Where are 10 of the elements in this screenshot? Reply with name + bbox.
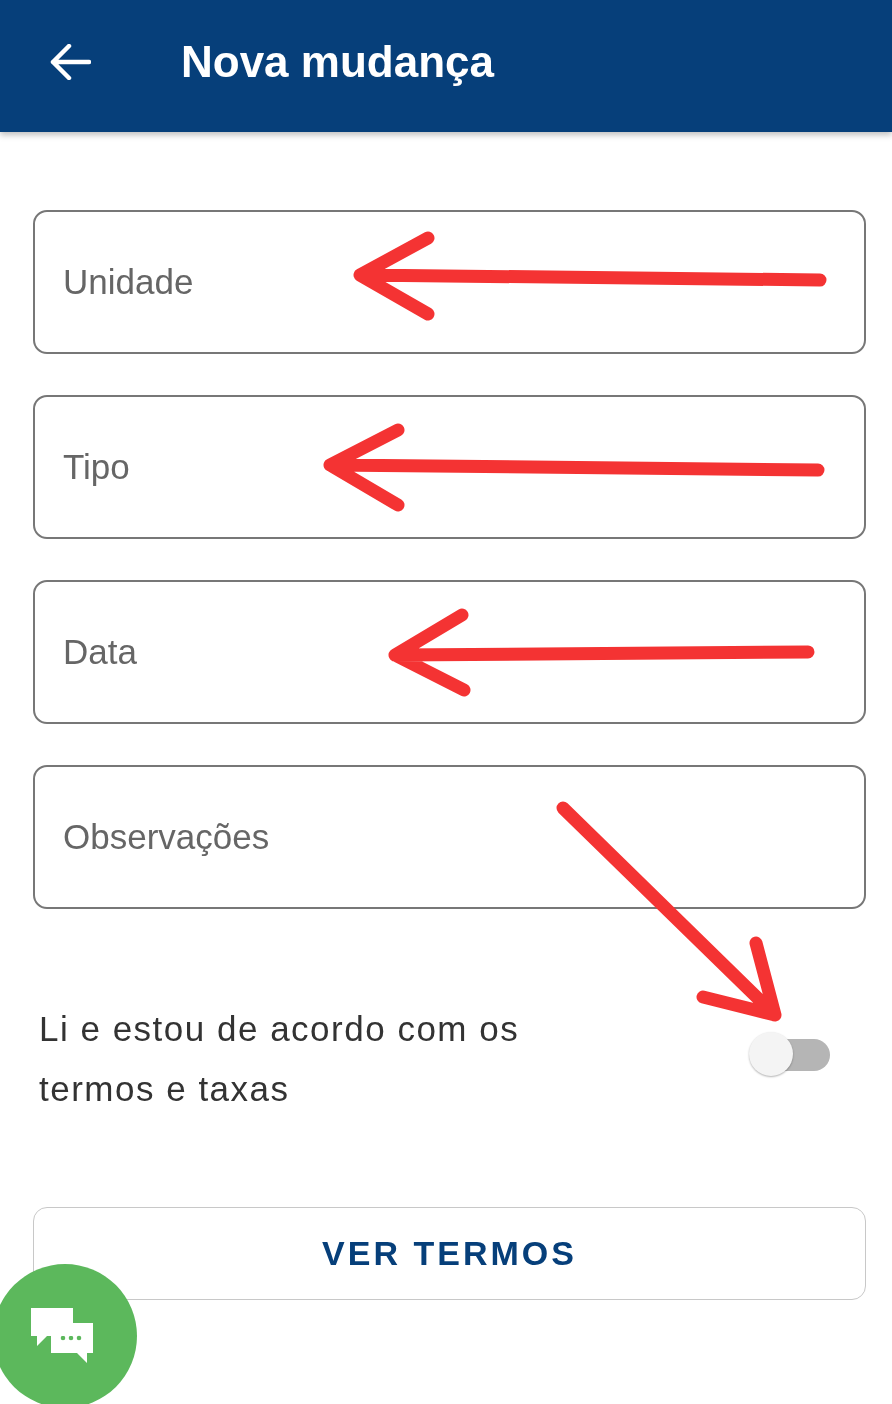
input-field[interactable]: Observações — [33, 765, 866, 909]
back-arrow-icon[interactable] — [49, 44, 91, 80]
view-terms-button[interactable]: VER TERMOS — [33, 1207, 866, 1300]
chat-button[interactable] — [0, 1261, 139, 1404]
agreement-label: Li e estou de acordo com os termos e taxas — [39, 1008, 521, 1110]
input-field[interactable]: Tipo — [33, 395, 866, 539]
input-field[interactable]: Unidade — [33, 210, 866, 354]
chat-bubbles-icon — [31, 1308, 93, 1363]
screen-title: Nova mudança — [181, 37, 494, 87]
input-field[interactable]: Data — [33, 580, 866, 724]
